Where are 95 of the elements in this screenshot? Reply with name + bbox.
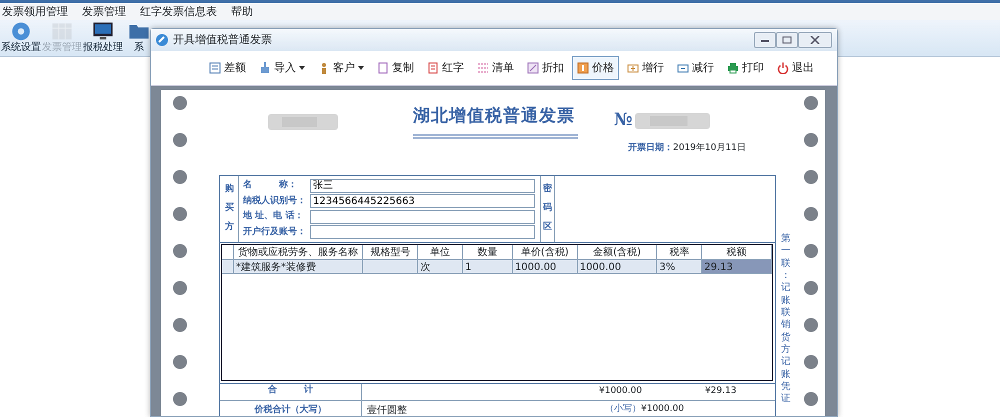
number-sign: №	[614, 109, 632, 132]
table-cell: 1	[463, 260, 513, 273]
column-header: 金额(含税)	[578, 245, 658, 259]
menu-item[interactable]: 红字发票信息表	[140, 3, 217, 20]
punch-hole	[172, 244, 186, 258]
toolbar-button[interactable]: 客户	[313, 56, 369, 80]
table-cell: 次	[418, 260, 464, 273]
maximize-icon	[782, 36, 792, 44]
text-field[interactable]	[310, 225, 535, 240]
close-icon	[810, 36, 820, 44]
maximize-button[interactable]	[776, 32, 798, 48]
menu-item[interactable]: 发票管理	[82, 3, 126, 20]
toolbar-button[interactable]: 价格	[572, 56, 619, 80]
power-icon	[777, 62, 789, 74]
punch-hole	[804, 133, 818, 147]
toolbar-button[interactable]: 红字	[422, 56, 469, 80]
punch-hole	[804, 281, 818, 295]
field-label: 开户行及账号：	[243, 226, 307, 238]
punch-hole	[172, 318, 186, 332]
side-note: 第一联：记账联销货方记账凭证	[781, 233, 790, 406]
punch-hole	[804, 244, 818, 258]
punch-hole	[804, 207, 818, 221]
caret-icon	[299, 66, 305, 70]
field-label: 名 称：	[243, 179, 298, 192]
delete-row-icon	[677, 62, 689, 74]
column-header: 单位	[418, 245, 464, 259]
app-logo-icon	[155, 33, 169, 47]
calculator-icon	[209, 62, 221, 74]
punch-hole	[172, 281, 186, 295]
price-icon	[577, 62, 589, 74]
toolbar-button[interactable]: 退出	[772, 56, 819, 80]
punch-hole	[172, 170, 186, 184]
column-header: 货物或应税劳务、服务名称	[234, 245, 364, 259]
printer-icon	[727, 62, 739, 74]
field-label: 纳税人识别号：	[243, 194, 307, 208]
discount-icon	[527, 62, 539, 74]
minimize-button[interactable]	[754, 32, 776, 48]
close-button[interactable]	[798, 32, 832, 48]
copy-icon	[377, 62, 389, 74]
toolbar-button[interactable]: 系统设置	[1, 21, 41, 54]
column-header: 规格型号	[363, 245, 418, 259]
column-header: 数量	[463, 245, 513, 259]
field-label: 地 址、电 话：	[243, 210, 304, 223]
toolbar-button[interactable]: 报税处理	[83, 21, 123, 54]
window-title: 开具增值税普通发票	[173, 32, 272, 48]
total-label: 价税合计（大写）	[220, 401, 362, 416]
punch-hole	[804, 355, 818, 369]
column-header: 税率	[657, 245, 702, 259]
toolbar-button[interactable]: 系	[124, 21, 154, 54]
punch-hole	[172, 133, 186, 147]
redaction-block	[268, 112, 338, 132]
punch-hole	[804, 392, 818, 406]
menu-item[interactable]: 发票领用管理	[2, 3, 68, 20]
toolbar-button[interactable]: 清单	[472, 56, 519, 80]
amount-in-words: 壹仟圆整	[367, 404, 407, 416]
column-header: 税额	[702, 245, 772, 259]
table-cell: *建筑服务*装修费	[234, 260, 364, 273]
toolbar-button[interactable]: 减行	[672, 56, 719, 80]
toolbar-button[interactable]: 打印	[722, 56, 769, 80]
document-icon	[427, 62, 439, 74]
punch-hole	[804, 170, 818, 184]
total-tax: ¥29.13	[704, 385, 736, 398]
punch-hole	[804, 318, 818, 332]
toolbar-button[interactable]: 差额	[204, 56, 251, 80]
caret-icon	[358, 66, 364, 70]
table-cell: 29.13	[702, 260, 772, 273]
punch-hole	[172, 392, 186, 406]
cipher-label: 密码区	[540, 176, 555, 242]
toolbar-button[interactable]: 增行	[622, 56, 669, 80]
toolbar-button[interactable]: 折扣	[522, 56, 569, 80]
punch-hole	[172, 96, 186, 110]
text-field[interactable]: 张三	[310, 178, 535, 193]
add-row-icon	[627, 62, 639, 74]
import-icon	[259, 62, 271, 74]
punch-hole	[172, 207, 186, 221]
minimize-icon	[760, 37, 770, 43]
buyer-label: 购买方	[220, 176, 239, 242]
date-label: 开票日期：	[628, 142, 673, 154]
column-header: 单价(含税)	[512, 245, 578, 259]
table-cell: 1000.00	[512, 260, 578, 273]
punch-hole	[172, 355, 186, 369]
toolbar-button[interactable]: 复制	[372, 56, 419, 80]
amount-in-figures: ¥1000.00	[641, 403, 684, 416]
invoice-title: 湖北增值税普通发票	[413, 105, 576, 128]
menu-item[interactable]: 帮助	[231, 3, 253, 20]
toolbar-button[interactable]: 导入	[254, 56, 310, 80]
punch-hole	[804, 96, 818, 110]
table-cell: 1000.00	[578, 260, 658, 273]
small-label: （小写）	[605, 403, 641, 416]
list-icon	[477, 62, 489, 74]
date-value: 2019年10月11日	[673, 142, 746, 154]
total-amount: ¥1000.00	[599, 385, 642, 398]
text-field[interactable]: 1234566445225663	[310, 194, 535, 208]
text-field[interactable]	[310, 210, 535, 224]
total-label: 合 计	[220, 384, 362, 400]
